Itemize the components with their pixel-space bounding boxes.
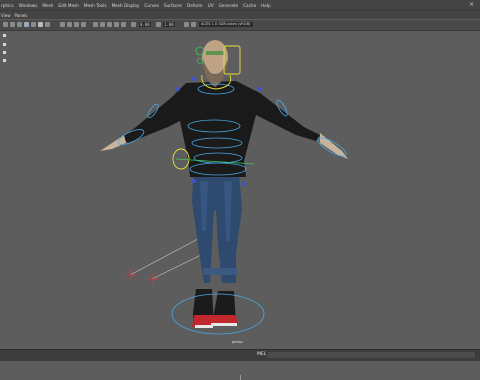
ik-handle-left	[125, 269, 137, 281]
menu-uv[interactable]: UV	[208, 3, 214, 8]
tool-icon-1[interactable]	[60, 22, 65, 27]
exposure-field[interactable]: 0.00	[139, 22, 151, 27]
xray-icon[interactable]	[121, 22, 126, 27]
viewport-toolbar: 0.00 1.00 ACES 1.0 SDR-video (sRGB)	[0, 20, 480, 31]
menu-mesh-tools[interactable]: Mesh Tools	[84, 3, 107, 8]
menu-cache[interactable]: Cache	[243, 3, 256, 8]
tool-icon-4[interactable]	[81, 22, 86, 27]
texture-icon[interactable]	[31, 22, 36, 27]
panel-menubar: View Panels	[0, 11, 480, 19]
camera-tick-mark	[240, 375, 241, 380]
menu-mesh-display[interactable]: Mesh Display	[112, 3, 140, 8]
menu-surfaces[interactable]: Surfaces	[164, 3, 182, 8]
shadow-icon[interactable]	[45, 22, 50, 27]
wireframe-icon[interactable]	[17, 22, 22, 27]
ik-handle-right	[147, 273, 159, 285]
panel-menu-view[interactable]: View	[1, 13, 11, 18]
menu-windows[interactable]: Windows	[19, 3, 38, 8]
status-bar: MEL	[0, 349, 480, 361]
light-icon[interactable]	[38, 22, 43, 27]
main-menubar: rphics Windows Mesh Edit Mesh Mesh Tools…	[0, 0, 480, 11]
command-line-input[interactable]	[268, 352, 475, 358]
color-space-dropdown[interactable]: ACES 1.0 SDR-video (sRGB)	[199, 22, 253, 27]
ik-pole-line-left	[129, 238, 199, 276]
viewport-3d[interactable]	[0, 31, 480, 380]
character-legs	[192, 161, 242, 283]
tool-icon-9[interactable]	[156, 22, 161, 27]
tool-icon-3[interactable]	[74, 22, 79, 27]
close-icon[interactable]: ×	[469, 1, 474, 8]
menu-curves[interactable]: Curves	[144, 3, 159, 8]
camera-label: persp	[232, 339, 243, 344]
shaded-icon[interactable]	[24, 22, 29, 27]
tool-icon-8[interactable]	[131, 22, 136, 27]
tool-icon-11[interactable]	[191, 22, 196, 27]
menu-generate[interactable]: Generate	[219, 3, 239, 8]
command-language-label[interactable]: MEL	[257, 352, 266, 357]
tool-icon-6[interactable]	[100, 22, 105, 27]
grid-icon[interactable]	[10, 22, 15, 27]
menu-mesh[interactable]: Mesh	[42, 3, 53, 8]
menu-deform[interactable]: Deform	[187, 3, 203, 8]
camera-icon[interactable]	[3, 22, 8, 27]
tool-icon-2[interactable]	[67, 22, 72, 27]
gamma-field[interactable]: 1.00	[163, 22, 175, 27]
tool-icon-5[interactable]	[93, 22, 98, 27]
menu-graphics[interactable]: rphics	[1, 3, 14, 8]
character-rig-scene	[100, 40, 348, 335]
ik-pole-line-right	[151, 252, 206, 280]
tool-icon-10[interactable]	[184, 22, 189, 27]
panel-menu-panels[interactable]: Panels	[15, 13, 28, 18]
tool-icon-7[interactable]	[107, 22, 112, 27]
isolate-icon[interactable]	[114, 22, 119, 27]
menu-edit-mesh[interactable]: Edit Mesh	[58, 3, 78, 8]
menu-help[interactable]: Help	[261, 3, 271, 8]
